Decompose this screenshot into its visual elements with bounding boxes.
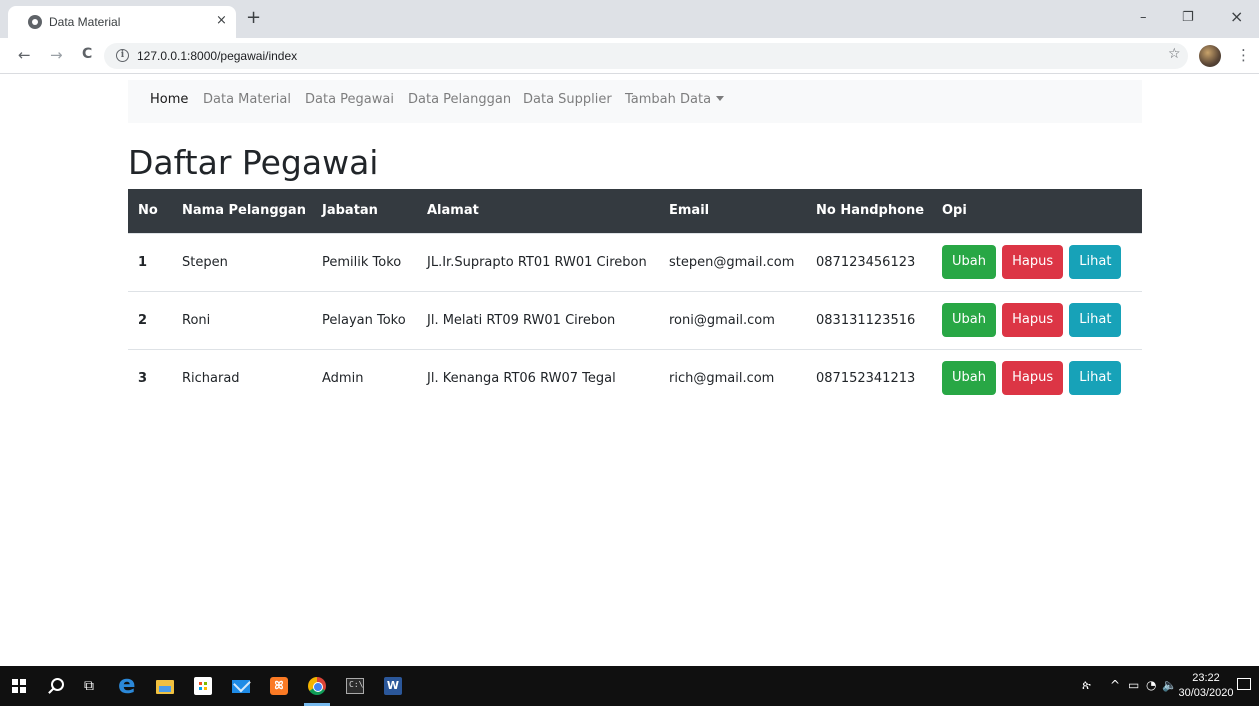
browser-tab-strip: Data Material × + – ❐ × <box>0 0 1259 38</box>
cell-nama: Roni <box>172 290 312 349</box>
col-header-email: Email <box>659 189 806 233</box>
task-view-icon[interactable]: ⧉ <box>84 678 100 694</box>
cell-alamat: Jl. Kenanga RT06 RW07 Tegal <box>417 348 659 407</box>
wifi-icon[interactable]: ◔ <box>1146 678 1156 692</box>
clock-time: 23:22 <box>1192 672 1220 684</box>
col-header-nama: Nama Pelanggan <box>172 189 312 233</box>
edge-icon[interactable]: e <box>118 672 136 698</box>
view-button[interactable]: Lihat <box>1069 245 1122 279</box>
windows-taskbar: ⧉ e ꕤ C:\ W ጵ ^ ▭ ◔ 🔈 23:22 30/03/2020 <box>0 666 1259 706</box>
cell-hp: 083131123516 <box>806 290 932 349</box>
globe-icon <box>28 15 42 29</box>
cell-jabatan: Pelayan Toko <box>312 290 417 349</box>
cell-no: 1 <box>128 232 172 291</box>
battery-icon[interactable]: ▭ <box>1128 678 1139 692</box>
table-row: 3 Richarad Admin Jl. Kenanga RT06 RW07 T… <box>128 348 1142 407</box>
delete-button[interactable]: Hapus <box>1002 245 1064 279</box>
people-icon[interactable]: ጵ <box>1082 678 1091 693</box>
browser-toolbar: ← → C i 127.0.0.1:8000/pegawai/index ☆ ⋮ <box>0 38 1259 74</box>
site-navbar: Home Data Material Data Pegawai Data Pel… <box>128 80 1142 123</box>
minimize-icon[interactable]: – <box>1140 10 1147 25</box>
table-header-row: No Nama Pelanggan Jabatan Alamat Email N… <box>128 189 1142 233</box>
cell-hp: 087123456123 <box>806 232 932 291</box>
nav-data-material[interactable]: Data Material <box>203 92 291 107</box>
chrome-icon[interactable] <box>308 677 326 695</box>
clock[interactable]: 23:22 30/03/2020 <box>1178 671 1234 701</box>
mail-icon[interactable] <box>232 680 250 693</box>
col-header-alamat: Alamat <box>417 189 659 233</box>
caret-down-icon <box>716 96 725 101</box>
restore-icon[interactable]: ❐ <box>1182 10 1194 25</box>
window-close-icon[interactable]: × <box>1230 7 1243 26</box>
nav-data-pelanggan[interactable]: Data Pelanggan <box>408 92 511 107</box>
table-row: 1 Stepen Pemilik Toko JL.Ir.Suprapto RT0… <box>128 232 1142 291</box>
nav-data-supplier[interactable]: Data Supplier <box>523 92 612 107</box>
windows-start-icon[interactable] <box>12 679 26 693</box>
edit-button[interactable]: Ubah <box>942 303 996 337</box>
nav-tambah-data-dropdown[interactable]: Tambah Data <box>625 92 725 107</box>
page-title: Daftar Pegawai <box>128 143 379 182</box>
browser-menu-icon[interactable]: ⋮ <box>1236 46 1251 64</box>
employee-table: No Nama Pelanggan Jabatan Alamat Email N… <box>128 189 1142 407</box>
notification-icon[interactable] <box>1237 678 1251 690</box>
command-prompt-icon[interactable]: C:\ <box>346 678 364 694</box>
cell-nama: Stepen <box>172 232 312 291</box>
col-header-jabatan: Jabatan <box>312 189 417 233</box>
reload-icon[interactable]: C <box>82 46 92 62</box>
table-row: 2 Roni Pelayan Toko Jl. Melati RT09 RW01… <box>128 290 1142 349</box>
cell-no: 3 <box>128 348 172 407</box>
cell-jabatan: Admin <box>312 348 417 407</box>
chevron-up-icon[interactable]: ^ <box>1110 678 1120 692</box>
col-header-hp: No Handphone <box>806 189 932 233</box>
xampp-icon[interactable]: ꕤ <box>270 677 288 695</box>
cell-email: rich@gmail.com <box>659 348 806 407</box>
word-icon[interactable]: W <box>384 677 402 695</box>
close-tab-icon[interactable]: × <box>216 13 227 28</box>
clock-date: 30/03/2020 <box>1178 687 1234 699</box>
browser-tab[interactable]: Data Material × <box>8 6 236 38</box>
view-button[interactable]: Lihat <box>1069 303 1122 337</box>
cell-no: 2 <box>128 290 172 349</box>
cell-nama: Richarad <box>172 348 312 407</box>
cell-actions: Ubah Hapus Lihat <box>932 290 1142 349</box>
file-explorer-icon[interactable] <box>156 680 174 694</box>
cell-alamat: Jl. Melati RT09 RW01 Cirebon <box>417 290 659 349</box>
delete-button[interactable]: Hapus <box>1002 303 1064 337</box>
edit-button[interactable]: Ubah <box>942 245 996 279</box>
url-text[interactable]: 127.0.0.1:8000/pegawai/index <box>137 49 297 63</box>
volume-icon[interactable]: 🔈 <box>1162 678 1177 692</box>
store-icon[interactable] <box>194 677 212 695</box>
cell-jabatan: Pemilik Toko <box>312 232 417 291</box>
nav-data-pegawai[interactable]: Data Pegawai <box>305 92 394 107</box>
cell-actions: Ubah Hapus Lihat <box>932 232 1142 291</box>
delete-button[interactable]: Hapus <box>1002 361 1064 396</box>
back-icon[interactable]: ← <box>18 46 31 64</box>
cell-email: roni@gmail.com <box>659 290 806 349</box>
search-icon[interactable] <box>51 678 64 691</box>
info-icon[interactable]: i <box>116 49 129 62</box>
nav-tambah-data-label: Tambah Data <box>625 92 712 107</box>
cell-alamat: JL.Ir.Suprapto RT01 RW01 Cirebon <box>417 232 659 291</box>
new-tab-icon[interactable]: + <box>246 9 261 27</box>
cell-email: stepen@gmail.com <box>659 232 806 291</box>
nav-home[interactable]: Home <box>150 92 188 107</box>
edit-button[interactable]: Ubah <box>942 361 996 396</box>
view-button[interactable]: Lihat <box>1069 361 1122 396</box>
tab-title: Data Material <box>49 15 121 29</box>
col-header-opsi: Opi <box>932 189 1142 233</box>
address-bar[interactable]: i 127.0.0.1:8000/pegawai/index <box>104 43 1188 69</box>
col-header-no: No <box>128 189 172 233</box>
cell-hp: 087152341213 <box>806 348 932 407</box>
cell-actions: Ubah Hapus Lihat <box>932 348 1142 407</box>
bookmark-star-icon[interactable]: ☆ <box>1168 46 1181 62</box>
profile-avatar[interactable] <box>1199 45 1221 67</box>
forward-icon[interactable]: → <box>50 46 63 64</box>
